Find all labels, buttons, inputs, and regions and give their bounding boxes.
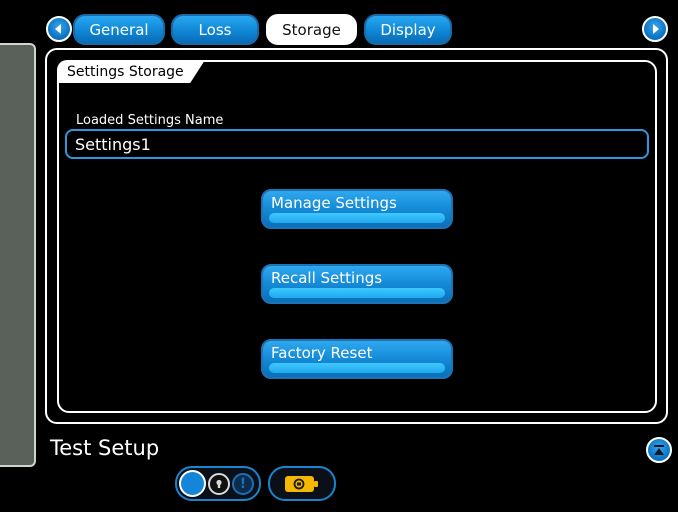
- footer-title: Test Setup: [50, 436, 160, 460]
- next-tab-button[interactable]: [642, 16, 668, 42]
- lock-icon: [208, 472, 230, 495]
- recall-settings-label: Recall Settings: [271, 269, 383, 287]
- loaded-settings-label: Loaded Settings Name: [76, 113, 224, 128]
- section-title: Settings Storage: [57, 60, 205, 83]
- manage-settings-button[interactable]: Manage Settings: [261, 189, 453, 229]
- chevron-right-icon: [653, 24, 659, 34]
- tab-storage[interactable]: Storage: [266, 14, 357, 45]
- settings-name-field[interactable]: Settings1: [65, 129, 649, 159]
- battery-icon: [285, 475, 318, 492]
- tab-general[interactable]: General: [73, 14, 165, 45]
- side-panel[interactable]: [0, 43, 36, 467]
- screen: General Loss Storage Display Settings St…: [0, 0, 678, 512]
- collapse-button[interactable]: [646, 437, 672, 463]
- button-highlight: [269, 363, 445, 373]
- button-highlight: [269, 213, 445, 223]
- warning-icon: !: [232, 472, 254, 495]
- manage-settings-label: Manage Settings: [271, 194, 397, 212]
- tab-display[interactable]: Display: [364, 14, 452, 45]
- recall-settings-button[interactable]: Recall Settings: [261, 264, 453, 304]
- button-highlight: [269, 288, 445, 298]
- prev-tab-button[interactable]: [46, 16, 72, 42]
- chevron-left-icon: [55, 24, 61, 34]
- collapse-up-icon: [654, 445, 664, 455]
- battery-status-button[interactable]: [268, 466, 336, 501]
- status-dot-icon: [179, 470, 206, 497]
- status-indicator-group[interactable]: !: [175, 466, 261, 501]
- factory-reset-label: Factory Reset: [271, 344, 373, 362]
- factory-reset-button[interactable]: Factory Reset: [261, 339, 453, 379]
- tab-loss[interactable]: Loss: [171, 14, 259, 45]
